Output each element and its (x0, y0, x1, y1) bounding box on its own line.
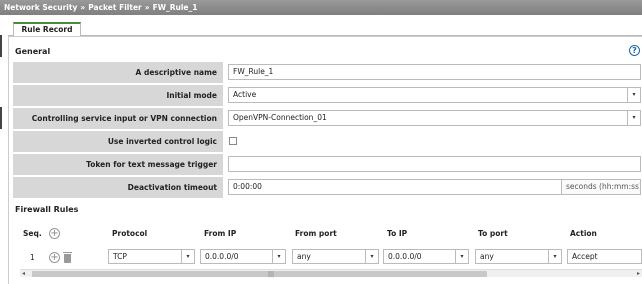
scroll-right-icon[interactable]: ▸ (637, 270, 640, 278)
controlling-select[interactable]: OpenVPN-Connection_01 ▾ (228, 110, 641, 126)
controlling-cell: OpenVPN-Connection_01 ▾ (224, 108, 642, 129)
row-controlling: Controlling service input or VPN connect… (13, 108, 642, 129)
section-title-general: General (15, 47, 51, 56)
tab-bar: Rule Record (8, 22, 642, 37)
edge-tick (0, 35, 2, 57)
trash-icon[interactable] (63, 252, 72, 263)
description-input[interactable]: FW_Rule_1 (228, 64, 641, 80)
initial-mode-cell: Active ▾ (224, 85, 642, 106)
edge-tick (0, 107, 2, 129)
description-label: A descriptive name (13, 62, 223, 83)
breadcrumb-packet-filter[interactable]: Packet Filter (88, 3, 142, 12)
grip-icon: ||| (268, 271, 275, 278)
chevron-down-icon[interactable]: ▾ (273, 249, 286, 264)
timeout-label: Deactivation timeout (13, 177, 223, 198)
action-select[interactable]: Accept (567, 249, 642, 264)
horizontal-scrollbar[interactable]: ◂ ||| ▸ (20, 269, 642, 278)
column-header-to-ip: To IP (387, 229, 408, 238)
token-label: Token for text message trigger (13, 154, 223, 175)
chevron-down-icon[interactable]: ▾ (182, 249, 195, 264)
chevron-down-icon[interactable]: ▾ (627, 111, 640, 125)
timeout-input[interactable]: 0:00:00 seconds (hh:mm:ss) (228, 179, 641, 195)
protocol-select[interactable]: TCP (108, 249, 182, 264)
breadcrumb-separator: » (80, 3, 86, 12)
initial-mode-value: Active (233, 90, 257, 99)
chevron-down-icon[interactable]: ▾ (456, 249, 469, 264)
chevron-down-icon[interactable]: ▾ (549, 249, 562, 264)
column-header-from-port: From port (295, 229, 337, 238)
row-timeout: Deactivation timeout 0:00:00 seconds (hh… (13, 177, 642, 198)
description-cell: FW_Rule_1 (224, 62, 642, 83)
row-token: Token for text message trigger (13, 154, 642, 175)
breadcrumb-separator: » (144, 3, 150, 12)
initial-mode-label: Initial mode (13, 85, 223, 106)
token-input[interactable] (228, 156, 641, 172)
column-header-from-ip: From IP (204, 229, 237, 238)
row-description: A descriptive name FW_Rule_1 (13, 62, 642, 83)
column-header-protocol: Protocol (112, 229, 148, 238)
help-icon[interactable]: ? (629, 45, 640, 56)
rule-seq: 1 (30, 253, 35, 262)
add-rule-icon[interactable]: + (49, 228, 60, 239)
from-ip-input[interactable]: 0.0.0.0/0 (200, 249, 273, 264)
column-header-action: Action (570, 229, 597, 238)
from-port-input[interactable]: any (292, 249, 366, 264)
timeout-unit: seconds (hh:mm:ss) (561, 180, 640, 194)
scroll-left-icon[interactable]: ◂ (22, 270, 25, 278)
inverted-checkbox[interactable] (229, 137, 237, 145)
breadcrumb: Network Security» Packet Filter» FW_Rule_1 (0, 0, 642, 15)
scrollbar-thumb[interactable]: ||| (32, 271, 487, 278)
initial-mode-select[interactable]: Active ▾ (228, 87, 641, 103)
left-edge (0, 15, 3, 284)
row-initial-mode: Initial mode Active ▾ (13, 85, 642, 106)
column-header-to-port: To port (478, 229, 508, 238)
section-title-firewall-rules: Firewall Rules (15, 205, 79, 214)
controlling-label: Controlling service input or VPN connect… (13, 108, 223, 129)
tab-rule-record[interactable]: Rule Record (13, 22, 81, 37)
inverted-cell (224, 131, 642, 152)
breadcrumb-network-security[interactable]: Network Security (4, 3, 77, 12)
insert-rule-icon[interactable]: + (49, 252, 60, 263)
timeout-cell: 0:00:00 seconds (hh:mm:ss) (224, 177, 642, 198)
row-inverted: Use inverted control logic (13, 131, 642, 152)
chevron-down-icon[interactable]: ▾ (366, 249, 379, 264)
column-header-seq: Seq. (23, 229, 42, 238)
to-port-input[interactable]: any (475, 249, 549, 264)
timeout-value: 0:00:00 (233, 182, 262, 191)
inverted-label: Use inverted control logic (13, 131, 223, 152)
breadcrumb-current: FW_Rule_1 (152, 3, 198, 12)
controlling-value: OpenVPN-Connection_01 (233, 113, 327, 122)
chevron-down-icon[interactable]: ▾ (627, 88, 640, 102)
token-cell (224, 154, 642, 175)
to-ip-input[interactable]: 0.0.0.0/0 (383, 249, 456, 264)
